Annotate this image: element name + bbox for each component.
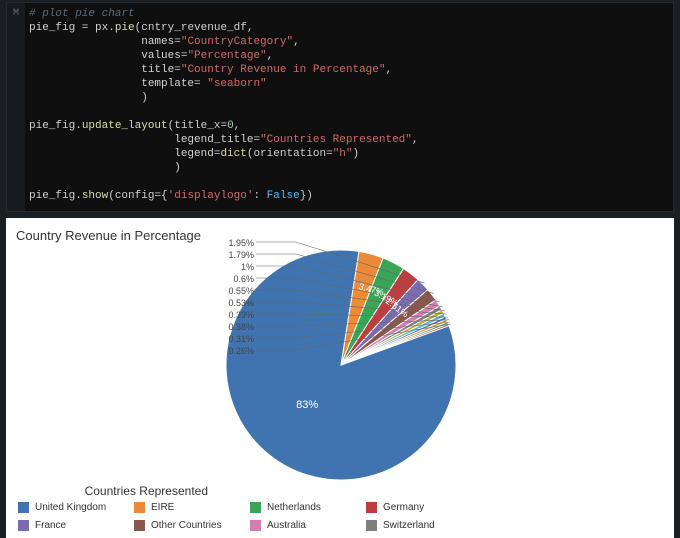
chart-output: Country Revenue in Percentage 83%3.47%3.… [6, 218, 674, 538]
page-root: M # plot pie chart pie_fig = px.pie(cntr… [0, 0, 680, 538]
code-cell[interactable]: M # plot pie chart pie_fig = px.pie(cntr… [6, 2, 674, 212]
legend-item-belgium[interactable]: Belgium [366, 534, 476, 538]
pie-chart[interactable] [216, 240, 466, 490]
legend-swatch [18, 502, 29, 513]
legend-label: Australia [267, 520, 306, 531]
legend-grid: United Kingdom EIRE Netherlands Germany Fran… [18, 498, 476, 538]
legend-swatch [134, 520, 145, 531]
legend-swatch [250, 502, 261, 513]
legend-item-australia[interactable]: Australia [250, 516, 360, 534]
legend-swatch [366, 502, 377, 513]
legend-item-eire[interactable]: EIRE [134, 498, 244, 516]
legend-area: Countries Represented United Kingdom EIRE… [6, 480, 674, 538]
legend-label: United Kingdom [35, 502, 106, 513]
legend-label: Switzerland [383, 520, 435, 531]
legend-label: EIRE [151, 502, 174, 513]
code-gutter: M [7, 3, 25, 211]
legend-swatch [366, 520, 377, 531]
legend-item-sweden[interactable]: Sweden [134, 534, 244, 538]
run-marker[interactable]: M [13, 8, 19, 19]
legend-title: Countries Represented [18, 480, 220, 498]
legend-item-switzerland[interactable]: Switzerland [366, 516, 476, 534]
legend-swatch [134, 502, 145, 513]
legend-item-united-kingdom[interactable]: United Kingdom [18, 498, 128, 516]
legend-swatch [18, 520, 29, 531]
legend-item-germany[interactable]: Germany [366, 498, 476, 516]
legend-label: Germany [383, 502, 424, 513]
legend-item-spain[interactable]: Spain [18, 534, 128, 538]
legend-item-netherlands[interactable]: Netherlands [250, 498, 360, 516]
code-body[interactable]: # plot pie chart pie_fig = px.pie(cntry_… [25, 3, 673, 211]
legend-swatch [250, 520, 261, 531]
legend-label: France [35, 520, 66, 531]
legend-item-france[interactable]: France [18, 516, 128, 534]
legend-item-other-countries[interactable]: Other Countries [134, 516, 244, 534]
pie-area: 83%3.47%3.19%2.51%1.95%1.79%1%0.6%0.55%0… [6, 230, 674, 500]
code-comment: # plot pie chart [29, 8, 135, 20]
legend-label: Netherlands [267, 502, 321, 513]
legend-label: Other Countries [151, 520, 222, 531]
legend-item-denmark[interactable]: Denmark [250, 534, 360, 538]
